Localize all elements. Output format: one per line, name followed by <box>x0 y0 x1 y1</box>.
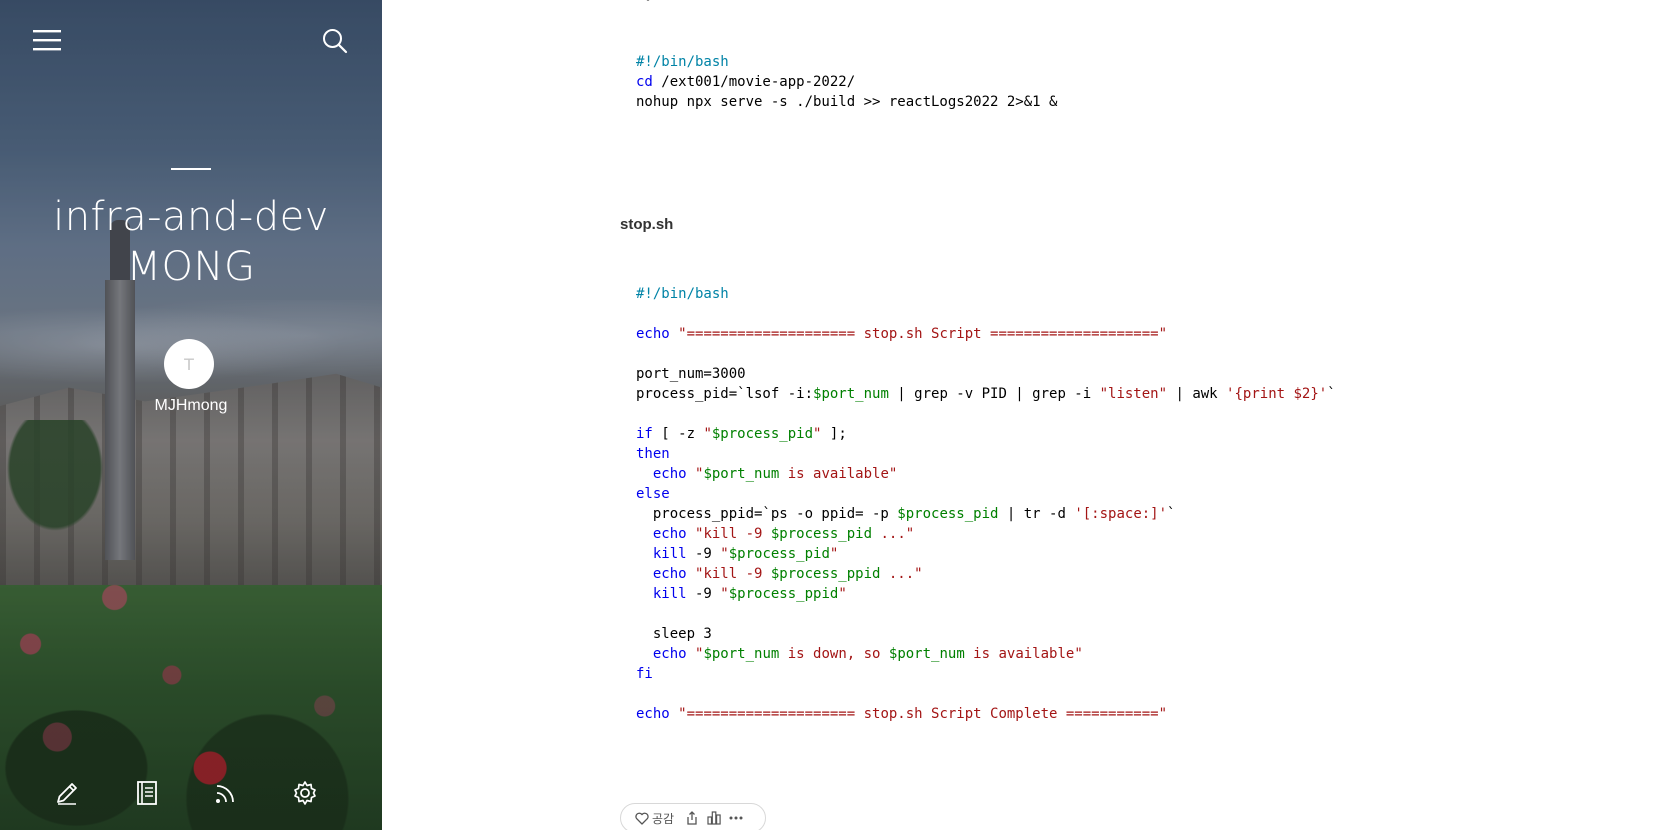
code-block-start-sh: #!/bin/bash cd /ext001/movie-app-2022/noh… <box>636 52 1057 112</box>
share-button[interactable] <box>684 810 700 826</box>
search-icon[interactable] <box>322 28 348 54</box>
code-line: sleep 3 <box>636 626 712 642</box>
code-line: fi <box>636 666 653 682</box>
share-icon <box>684 810 700 826</box>
gear-icon[interactable] <box>292 780 318 806</box>
sidebar: infra-and-dev MONG T MJHmong <box>0 0 382 830</box>
hamburger-menu-icon[interactable] <box>33 28 61 52</box>
sidebar-overlay <box>0 0 382 830</box>
code-block-stop-sh: #!/bin/bash echo "==================== st… <box>636 284 1336 724</box>
post-content: #!/bin/bash cd /ext001/movie-app-2022/noh… <box>382 0 1658 830</box>
code-line: kill -9 "$process_pid" <box>652 546 839 562</box>
code-line: cd /ext001/movie-app-2022/ <box>636 74 856 90</box>
avatar-initial: T <box>184 354 194 374</box>
code-line: echo "kill -9 $process_ppid ..." <box>652 566 923 582</box>
heart-icon <box>635 812 649 825</box>
code-line: #!/bin/bash <box>636 54 729 70</box>
code-line: #!/bin/bash <box>636 286 729 302</box>
book-icon[interactable] <box>134 780 160 806</box>
title-divider <box>171 168 211 170</box>
code-line: echo "$port_num is available" <box>652 466 898 482</box>
pencil-icon[interactable] <box>54 780 80 806</box>
code-line: nohup npx serve -s ./build >> reactLogs2… <box>636 94 1058 110</box>
code-line: if [ -z "$process_pid" ]; <box>636 426 847 442</box>
code-line: else <box>636 486 670 502</box>
code-line: then <box>636 446 670 462</box>
code-line: echo "==================== stop.sh Scrip… <box>636 326 1168 342</box>
code-line: echo "kill -9 $process_pid ..." <box>652 526 915 542</box>
cut-off-text <box>637 0 651 8</box>
section-heading-stop-sh: stop.sh <box>620 216 674 233</box>
author-name[interactable]: MJHmong <box>0 397 382 415</box>
code-line: echo "==================== stop.sh Scrip… <box>636 706 1168 722</box>
blog-title-line2: MONG <box>126 244 256 290</box>
code-line: port_num=3000 <box>636 366 746 382</box>
code-line: process_pid=`lsof -i:$port_num | grep -v… <box>636 386 1336 402</box>
code-line: kill -9 "$process_ppid" <box>652 586 847 602</box>
stats-icon <box>706 810 722 826</box>
reaction-bar: 공감 <box>620 803 766 830</box>
stats-button[interactable] <box>706 810 722 826</box>
like-button[interactable]: 공감 <box>635 810 678 827</box>
blog-title-line1: infra-and-dev <box>53 194 329 240</box>
code-line: echo "$port_num is down, so $port_num is… <box>652 646 1083 662</box>
sidebar-bottom-toolbar <box>0 780 382 808</box>
blog-title[interactable]: infra-and-dev MONG <box>0 192 382 292</box>
page: infra-and-dev MONG T MJHmong #!/bin/bash… <box>0 0 1658 830</box>
like-label: 공감 <box>652 811 675 826</box>
rss-icon[interactable] <box>213 780 239 806</box>
more-icon <box>728 815 744 821</box>
more-button[interactable] <box>728 815 744 821</box>
avatar[interactable]: T <box>164 339 214 389</box>
code-line: process_ppid=`ps -o ppid= -p $process_pi… <box>636 506 1176 522</box>
